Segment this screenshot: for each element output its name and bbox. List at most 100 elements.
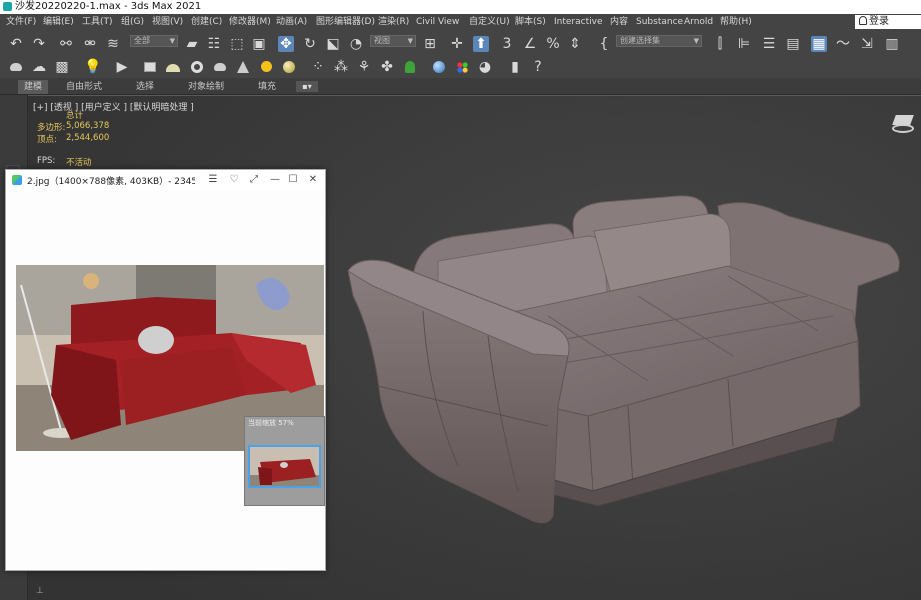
menu-create[interactable]: 创建(C) — [191, 14, 222, 30]
ribbon-minimize-toggle[interactable]: ▪▾ — [296, 81, 318, 92]
spinner-snap-icon[interactable]: ⇕ — [567, 36, 583, 52]
menu-help[interactable]: 帮助(H) — [720, 14, 752, 30]
chevron-down-icon: ▼ — [169, 37, 175, 45]
sun-light-icon[interactable] — [258, 59, 274, 75]
unlink-icon[interactable]: ⚮ — [82, 36, 98, 52]
stats-total-label: 总计 — [66, 111, 84, 121]
window-crossing-icon[interactable]: ▣ — [251, 36, 267, 52]
schematic-view-icon[interactable]: ⇲ — [859, 36, 875, 52]
named-selection-dropdown[interactable]: 创建选择集 ▼ — [616, 35, 702, 47]
rect-selection-icon[interactable]: ⬚ — [229, 36, 245, 52]
help-icon[interactable]: ? — [530, 59, 546, 75]
angle-snap-icon[interactable]: ∠ — [522, 36, 538, 52]
image-viewer-window[interactable]: 2.jpg（1400×788像素, 403KB）- 2345看图王 - 2 ☰ … — [5, 169, 326, 571]
light-bulb-icon[interactable]: 💡 — [84, 59, 101, 75]
pivot-center-icon[interactable]: ⊞ — [422, 36, 438, 52]
sphere-icon[interactable] — [431, 59, 447, 75]
close-icon[interactable]: ✕ — [306, 173, 320, 187]
create-toolbar: ☁ ▩ 💡 ▶ ⁘ ⁂ ⚘ ✤ ◕ ▮ ? — [0, 57, 921, 78]
box-icon[interactable] — [142, 59, 158, 75]
move-icon[interactable]: ✥ — [278, 36, 294, 52]
navigator-thumbnail-panel[interactable]: 当前缩放 57% — [244, 416, 325, 506]
layer-explorer-icon[interactable]: ▤ — [785, 36, 801, 52]
teapot-icon[interactable] — [8, 59, 24, 75]
tab-object-paint[interactable]: 对象绘制 — [188, 80, 224, 94]
render-setup-icon[interactable]: ◕ — [477, 59, 493, 75]
link-icon[interactable]: ⚯ — [58, 36, 74, 52]
menu-customize[interactable]: 自定义(U) — [469, 14, 510, 30]
fullscreen-icon[interactable]: ⤢ — [247, 173, 261, 187]
cone-icon[interactable] — [235, 59, 251, 75]
rotate-icon[interactable]: ↻ — [302, 36, 318, 52]
color-dots-icon[interactable] — [454, 59, 470, 75]
maximize-icon[interactable]: ☐ — [286, 173, 300, 187]
camera-icon[interactable]: ▶ — [114, 59, 130, 75]
named-selection-value: 创建选择集 — [620, 36, 660, 45]
menu-edit[interactable]: 编辑(E) — [43, 14, 74, 30]
named-selection-icon[interactable]: { — [596, 36, 612, 52]
viewport-label[interactable]: [+] [透视 ] [用户定义 ] [默认明暗处理 ] — [33, 100, 194, 113]
image-viewer-titlebar[interactable]: 2.jpg（1400×788像素, 403KB）- 2345看图王 - 2 ☰ … — [6, 170, 325, 190]
cloud-icon[interactable]: ☁ — [31, 59, 47, 75]
login-label: 登录 — [869, 16, 889, 27]
select-manipulate-icon[interactable]: ✛ — [449, 36, 465, 52]
grid-points-icon[interactable]: ⁘ — [310, 59, 326, 75]
menu-substance[interactable]: Substance — [636, 14, 683, 30]
sphere-gold-icon[interactable] — [281, 59, 297, 75]
teapot-object-icon[interactable] — [212, 59, 228, 75]
tab-modeling[interactable]: 建模 — [18, 80, 49, 94]
menu-civil-view[interactable]: Civil View — [416, 14, 459, 30]
menu-animation[interactable]: 动画(A) — [276, 14, 307, 30]
tab-populate[interactable]: 填充 — [258, 80, 276, 94]
align-icon[interactable]: ⊫ — [736, 36, 752, 52]
tab-selection[interactable]: 选择 — [136, 80, 154, 94]
hemisphere-icon[interactable] — [165, 59, 181, 75]
tab-freeform[interactable]: 自由形式 — [66, 80, 102, 94]
chevron-down-icon: ▼ — [693, 37, 699, 45]
menu-tools[interactable]: 工具(T) — [82, 14, 113, 30]
login-button[interactable]: 登录 — [855, 15, 921, 29]
scatter-icon[interactable]: ✤ — [379, 59, 395, 75]
environment-icon[interactable]: ▩ — [54, 59, 70, 75]
undo-icon[interactable]: ↶ — [8, 36, 24, 52]
bind-space-warp-icon[interactable]: ≋ — [105, 36, 121, 52]
skin-icon[interactable]: ♡ — [227, 173, 241, 187]
percent-snap-icon[interactable]: % — [545, 36, 561, 52]
curve-editor-icon[interactable]: 〜 — [835, 36, 851, 52]
ribbon-toggle-icon[interactable]: ▦ — [811, 36, 827, 52]
material-editor-icon[interactable]: ▥ — [884, 36, 900, 52]
keyboard-shortcut-override-icon[interactable]: ⬆ — [473, 36, 489, 52]
particle-icon[interactable]: ⁂ — [333, 59, 349, 75]
navigator-thumbnail[interactable] — [248, 445, 321, 488]
reference-coord-dropdown[interactable]: 视图 ▼ — [370, 35, 416, 47]
menu-arnold[interactable]: Arnold — [684, 14, 713, 30]
menu-icon[interactable]: ☰ — [206, 173, 220, 187]
minimize-icon[interactable]: — — [268, 173, 282, 187]
placement-icon[interactable]: ◔ — [348, 36, 364, 52]
select-by-name-icon[interactable]: ☷ — [206, 36, 222, 52]
reference-coord-value: 视图 — [374, 36, 390, 45]
selection-filter-dropdown[interactable]: 全部 ▼ — [130, 35, 178, 47]
menu-interactive[interactable]: Interactive — [554, 14, 602, 30]
menu-rendering[interactable]: 渲染(R) — [378, 14, 409, 30]
stats-fps-label: FPS: — [37, 156, 56, 166]
foliage-icon[interactable] — [402, 59, 418, 75]
menu-file[interactable]: 文件(F) — [6, 14, 36, 30]
menu-modifiers[interactable]: 修改器(M) — [229, 14, 271, 30]
torus-icon[interactable] — [189, 59, 205, 75]
menu-group[interactable]: 组(G) — [121, 14, 144, 30]
image-viewer-app-icon — [12, 175, 22, 185]
viewcube-icon[interactable] — [891, 112, 915, 134]
snaps-toggle-icon[interactable]: 3 — [499, 36, 515, 52]
mirror-icon[interactable]: ⫿ — [712, 36, 728, 52]
menu-content[interactable]: 内容 — [610, 14, 628, 30]
render-frame-icon[interactable]: ▮ — [507, 59, 523, 75]
select-object-icon[interactable]: ▰ — [184, 36, 200, 52]
lattice-icon[interactable]: ⚘ — [356, 59, 372, 75]
scale-icon[interactable]: ⬕ — [325, 36, 341, 52]
scene-explorer-icon[interactable]: ☰ — [761, 36, 777, 52]
menu-view[interactable]: 视图(V) — [152, 14, 183, 30]
menu-graph-editors[interactable]: 图形编辑器(D) — [316, 14, 375, 30]
redo-icon[interactable]: ↷ — [31, 36, 47, 52]
menu-scripting[interactable]: 脚本(S) — [515, 14, 546, 30]
